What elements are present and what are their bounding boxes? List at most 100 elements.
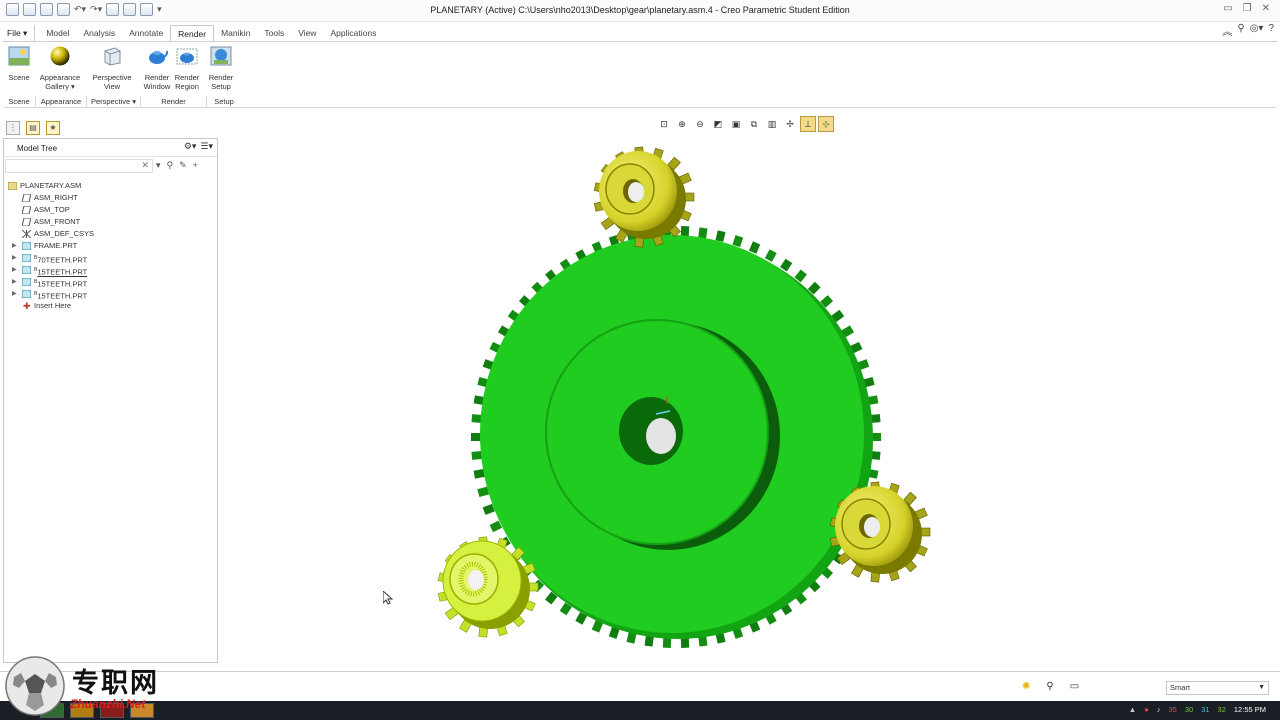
- part-icon: [22, 290, 31, 298]
- tree-item-asm-top[interactable]: ASM_TOP: [6, 204, 216, 216]
- volume-icon[interactable]: ♪: [1157, 705, 1161, 714]
- zoom-in-icon[interactable]: ⊕: [674, 116, 690, 132]
- gear-tooth: [780, 258, 793, 272]
- expand-arrow-icon[interactable]: ▶: [12, 276, 20, 288]
- search-tools: ▾ ⚲ ✎ +: [156, 160, 198, 171]
- tab-analysis[interactable]: Analysis: [76, 25, 122, 41]
- tab-file[interactable]: File ▾: [0, 25, 36, 41]
- tree-settings-icon[interactable]: ⚙▾: [184, 141, 197, 152]
- model-tree: PLANETARY.ASM ASM_RIGHT ASM_TOP ASM_FRON…: [6, 180, 216, 312]
- edit-pencil-icon[interactable]: ✎: [179, 160, 187, 171]
- group-setup: Setup: [214, 97, 234, 106]
- find-binoculars-icon[interactable]: ⚲: [1046, 681, 1053, 692]
- community-icon[interactable]: ◎▾: [1250, 23, 1264, 38]
- navigator-tabs: ⋮ ▤ ★: [6, 121, 60, 135]
- datum-plane-icon: [22, 206, 31, 214]
- tray-arrow-icon[interactable]: ▲: [1129, 705, 1136, 714]
- model-tree-tab-icon[interactable]: ⋮: [6, 121, 20, 135]
- spin-center-icon[interactable]: ⊹: [818, 116, 834, 132]
- annotation-display-icon[interactable]: ⊥: [800, 116, 816, 132]
- selection-filter-select[interactable]: Smart ▼: [1166, 681, 1269, 695]
- expand-arrow-icon[interactable]: ▶: [12, 264, 20, 276]
- gear-tooth: [732, 235, 744, 248]
- favorites-tab-icon[interactable]: ★: [46, 121, 60, 135]
- zoom-out-icon[interactable]: ⊖: [692, 116, 708, 132]
- tree-item-15teeth-prt-3[interactable]: ▶ B15TEETH.PRT: [6, 288, 216, 301]
- gear-tooth: [680, 226, 690, 237]
- tab-tools[interactable]: Tools: [257, 25, 291, 41]
- collapse-ribbon-icon[interactable]: ︽: [1222, 23, 1232, 38]
- tree-item-15teeth-prt-2[interactable]: ▶ B15TEETH.PRT: [6, 276, 216, 289]
- search-icon[interactable]: ⚲: [1237, 23, 1244, 38]
- tab-render[interactable]: Render: [170, 25, 215, 41]
- part-icon: [22, 242, 31, 250]
- tree-item-asm-def-csys[interactable]: ASM_DEF_CSYS: [6, 228, 216, 240]
- watermark-chinese-text: 专职网: [72, 668, 159, 699]
- expand-arrow-icon[interactable]: ▶: [12, 288, 20, 300]
- gear-15-teeth-left-selected[interactable]: [437, 536, 539, 638]
- group-render: Render: [141, 96, 207, 108]
- planetary-gear-model[interactable]: [220, 134, 1277, 664]
- gear-tooth: [471, 433, 481, 441]
- ribbon-right-tools: ︽ ⚲ ◎▾ ?: [1222, 23, 1274, 38]
- light-icon[interactable]: ✺: [1022, 681, 1030, 692]
- find-binoculars-icon[interactable]: ⚲: [167, 160, 174, 171]
- model-tree-search-input[interactable]: ✕: [5, 159, 153, 173]
- tree-item-70teeth-prt[interactable]: ▶ B70TEETH.PRT: [6, 252, 216, 265]
- group-scene: Scene: [3, 96, 36, 108]
- assembly-icon: [8, 182, 17, 190]
- tab-applications[interactable]: Applications: [323, 25, 383, 41]
- gear-tooth: [680, 637, 690, 648]
- expand-arrow-icon[interactable]: ▶: [12, 240, 20, 252]
- gear-tooth: [471, 451, 483, 460]
- perspective-view-button[interactable]: Perspective View: [90, 45, 134, 91]
- tree-item-frame-prt[interactable]: ▶ FRAME.PRT: [6, 240, 216, 252]
- gear-tooth: [748, 241, 761, 254]
- tab-model[interactable]: Model: [39, 25, 76, 41]
- repaint-icon[interactable]: ◩: [710, 116, 726, 132]
- restore-icon[interactable]: ❐: [1243, 3, 1252, 14]
- scene-icon: [8, 46, 30, 66]
- appearance-gallery-button[interactable]: Appearance Gallery ▾: [38, 45, 82, 91]
- display-style-icon[interactable]: ▣: [728, 116, 744, 132]
- tree-item-planetary-asm[interactable]: PLANETARY.ASM: [6, 180, 216, 192]
- tab-view[interactable]: View: [291, 25, 323, 41]
- part-icon: [22, 266, 31, 274]
- tab-manikin[interactable]: Manikin: [214, 25, 257, 41]
- tray-record-icon[interactable]: ●: [1144, 705, 1149, 714]
- selection-buffer-icon[interactable]: ▭: [1070, 681, 1079, 692]
- scene-button[interactable]: Scene: [0, 45, 41, 82]
- tree-item-15teeth-prt-1[interactable]: ▶ B15TEETH.PRT: [6, 264, 216, 277]
- render-setup-button[interactable]: Render Setup: [199, 45, 243, 91]
- tree-show-icon[interactable]: ☰▾: [200, 141, 213, 152]
- refit-icon[interactable]: ⊡: [656, 116, 672, 132]
- saved-orientations-icon[interactable]: ⧉: [746, 116, 762, 132]
- tree-item-asm-right[interactable]: ASM_RIGHT: [6, 192, 216, 204]
- minimize-icon[interactable]: ▭: [1223, 3, 1232, 14]
- tree-item-asm-front[interactable]: ASM_FRONT: [6, 216, 216, 228]
- model-tree-title: Model Tree: [17, 144, 58, 153]
- folder-browser-tab-icon[interactable]: ▤: [26, 121, 40, 135]
- search-dropdown-icon[interactable]: ▾: [156, 160, 161, 171]
- clear-search-icon[interactable]: ✕: [141, 160, 149, 171]
- datum-plane-icon: [22, 194, 31, 202]
- clock[interactable]: 12:55 PM: [1234, 705, 1266, 714]
- view-manager-icon[interactable]: ▥: [764, 116, 780, 132]
- datum-display-icon[interactable]: ✢: [782, 116, 798, 132]
- gear-15-teeth-top[interactable]: [593, 146, 695, 248]
- model-tree-panel: Model Tree ⚙▾ ☰▾ ✕ ▾ ⚲ ✎ + PLANETARY.ASM…: [3, 138, 218, 663]
- add-icon[interactable]: +: [193, 160, 198, 171]
- render-region-icon: [176, 48, 198, 65]
- group-perspective[interactable]: Perspective ▾: [87, 96, 141, 108]
- tree-item-insert-here[interactable]: ✚ Insert Here: [6, 300, 216, 312]
- graphics-window[interactable]: [220, 134, 1277, 664]
- tray-cpu-1: 35: [1168, 705, 1177, 714]
- watermark-logo: 专职网 Zhuanzhi.Net: [4, 655, 184, 720]
- tab-annotate[interactable]: Annotate: [122, 25, 170, 41]
- appearance-sphere-icon: [50, 46, 70, 66]
- tray-cpu-3: 31: [1201, 705, 1210, 714]
- help-icon[interactable]: ?: [1268, 23, 1274, 38]
- close-icon[interactable]: ✕: [1262, 3, 1270, 14]
- group-appearance: Appearance: [36, 96, 87, 108]
- expand-arrow-icon[interactable]: ▶: [12, 252, 20, 264]
